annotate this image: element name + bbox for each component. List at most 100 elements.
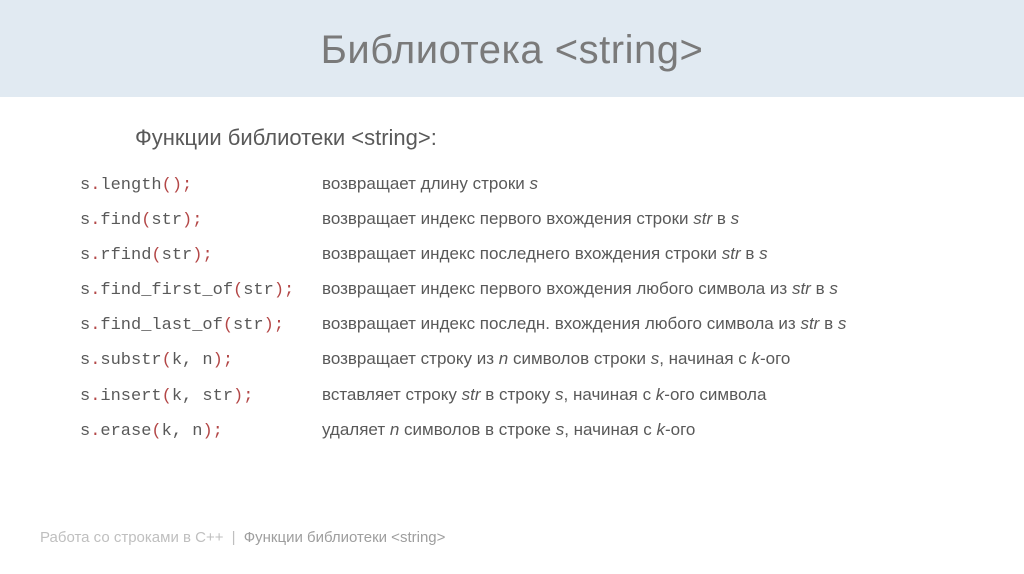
code-method: length (100, 176, 161, 195)
code-object: s (80, 387, 90, 406)
code-semicolon: ; (284, 281, 294, 300)
code-args: k, n (172, 351, 213, 370)
code-semicolon: ; (213, 422, 223, 441)
function-description: возвращает индекс первого вхождения любо… (322, 278, 964, 300)
desc-text: удаляет (322, 420, 390, 439)
breadcrumb-item: Работа со строками в C++ (40, 529, 223, 546)
code-paren-close: ) (274, 281, 284, 300)
code-paren-close: ) (172, 176, 182, 195)
code-args: k, str (172, 387, 233, 406)
code-dot: . (90, 176, 100, 195)
code-method: erase (100, 422, 151, 441)
code-paren-close: ) (213, 351, 223, 370)
code-object: s (80, 211, 90, 230)
desc-text: символов строки (508, 349, 651, 368)
code-dot: . (90, 211, 100, 230)
desc-text: -ого (665, 420, 695, 439)
code-semicolon: ; (182, 176, 192, 195)
code-object: s (80, 351, 90, 370)
code-method: find_last_of (100, 316, 222, 335)
desc-variable: s (759, 244, 768, 263)
code-paren-open: ( (151, 246, 161, 265)
desc-variable: s (838, 314, 847, 333)
function-description: возвращает индекс последнего вхождения с… (322, 243, 964, 265)
code-object: s (80, 316, 90, 335)
code-paren-close: ) (182, 211, 192, 230)
desc-text: , начиная с (564, 385, 656, 404)
breadcrumb-item: Функции библиотеки <string> (244, 529, 446, 546)
code-args: k, n (162, 422, 203, 441)
desc-variable: str (722, 244, 741, 263)
code-method: insert (100, 387, 161, 406)
code-paren-open: ( (141, 211, 151, 230)
desc-variable: s (651, 349, 660, 368)
desc-text: в (712, 209, 730, 228)
function-description: возвращает индекс первого вхождения стро… (322, 208, 964, 230)
code-semicolon: ; (192, 211, 202, 230)
code-args: str (162, 246, 193, 265)
code-method: rfind (100, 246, 151, 265)
function-signature: s.substr(k, n); (80, 351, 310, 370)
code-dot: . (90, 281, 100, 300)
function-signature: s.find(str); (80, 211, 310, 230)
desc-text: возвращает индекс первого вхождения стро… (322, 209, 693, 228)
code-args: str (151, 211, 182, 230)
desc-variable: s (829, 279, 838, 298)
function-signature: s.find_last_of(str); (80, 316, 310, 335)
desc-text: символов в строке (399, 420, 555, 439)
code-dot: . (90, 422, 100, 441)
code-object: s (80, 176, 90, 195)
content: Функции библиотеки <string>: s.length();… (0, 97, 1024, 441)
code-dot: . (90, 316, 100, 335)
desc-variable: n (499, 349, 508, 368)
desc-text: , начиная с (564, 420, 656, 439)
desc-text: -ого символа (664, 385, 766, 404)
code-paren-open: ( (162, 387, 172, 406)
desc-text: возвращает строку из (322, 349, 499, 368)
desc-text: возвращает индекс первого вхождения любо… (322, 279, 792, 298)
desc-text: в (819, 314, 837, 333)
title-band: Библиотека <string> (0, 0, 1024, 97)
code-dot: . (90, 351, 100, 370)
desc-variable: k (656, 420, 665, 439)
code-paren-open: ( (233, 281, 243, 300)
desc-variable: s (731, 209, 740, 228)
code-object: s (80, 246, 90, 265)
desc-variable: k (751, 349, 760, 368)
page-title: Библиотека <string> (0, 28, 1024, 73)
function-description: удаляет n символов в строке s, начиная с… (322, 419, 964, 441)
code-semicolon: ; (202, 246, 212, 265)
desc-text: возвращает индекс последн. вхождения люб… (322, 314, 800, 333)
breadcrumb-sep: | (232, 529, 236, 546)
code-paren-open: ( (151, 422, 161, 441)
code-paren-close: ) (192, 246, 202, 265)
code-object: s (80, 281, 90, 300)
desc-variable: s (529, 174, 538, 193)
function-description: вставляет строку str в строку s, начиная… (322, 384, 964, 406)
desc-text: в (741, 244, 759, 263)
code-paren-close: ) (233, 387, 243, 406)
code-dot: . (90, 246, 100, 265)
desc-text: возвращает индекс последнего вхождения с… (322, 244, 722, 263)
code-method: substr (100, 351, 161, 370)
function-description: возвращает индекс последн. вхождения люб… (322, 313, 964, 335)
code-semicolon: ; (223, 351, 233, 370)
code-method: find (100, 211, 141, 230)
subtitle: Функции библиотеки <string>: (135, 125, 964, 151)
desc-variable: str (800, 314, 819, 333)
function-signature: s.find_first_of(str); (80, 281, 310, 300)
code-object: s (80, 422, 90, 441)
function-signature: s.erase(k, n); (80, 422, 310, 441)
function-description: возвращает длину строки s (322, 173, 964, 195)
code-args: str (243, 281, 274, 300)
breadcrumb: Работа со строками в C++ | Функции библи… (40, 529, 445, 546)
function-table: s.length();возвращает длину строки ss.fi… (80, 173, 964, 441)
code-semicolon: ; (274, 316, 284, 335)
desc-text: в строку (481, 385, 556, 404)
code-paren-open: ( (162, 351, 172, 370)
function-description: возвращает строку из n символов строки s… (322, 348, 964, 370)
desc-text: в (811, 279, 829, 298)
desc-text: -ого (760, 349, 790, 368)
code-args: str (233, 316, 264, 335)
code-paren-open: ( (223, 316, 233, 335)
